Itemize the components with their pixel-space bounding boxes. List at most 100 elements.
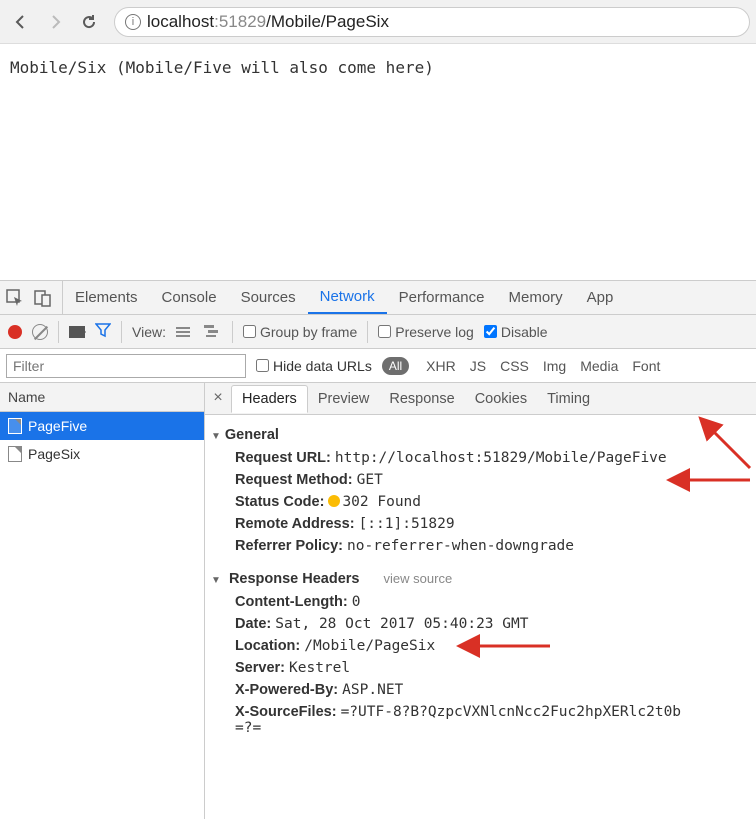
network-body: Name PageFivePageSix × HeadersPreviewRes… [0,383,756,819]
header-row: Remote Address: [::1]:51829 [211,513,750,535]
subtab-headers[interactable]: Headers [231,385,308,413]
header-value: ASP.NET [342,682,403,698]
file-icon [8,418,22,434]
request-row[interactable]: PageFive [0,412,204,440]
request-list: Name PageFive PageSix [0,383,205,819]
page-text: Mobile/Six (Mobile/Five will also come h… [10,58,434,77]
filter-all[interactable]: All [382,357,409,375]
divider [121,321,122,343]
header-value: no-referrer-when-downgrade [347,538,574,554]
header-row: Request Method: GET [211,469,750,491]
header-value: http://localhost:51829/Mobile/PageFive [335,450,667,466]
header-row: X-SourceFiles: =?UTF-8?B?QzpcVXNlcnNcc2F… [211,701,750,739]
header-key: Request Method: [235,472,353,488]
addr-port: :51829 [214,12,266,31]
tab-performance[interactable]: Performance [387,281,497,314]
header-key: X-Powered-By: [235,682,338,698]
screenshot-icon[interactable] [69,326,85,338]
section-response-headers[interactable]: Response Headers view source [211,567,750,591]
status-dot-icon [328,495,340,507]
header-row: Referrer Policy: no-referrer-when-downgr… [211,535,750,557]
subtab-response[interactable]: Response [379,386,464,412]
filter-type-media[interactable]: Media [580,358,618,374]
preserve-log-check[interactable]: Preserve log [378,324,474,340]
record-button[interactable] [8,325,22,339]
tab-memory[interactable]: Memory [497,281,575,314]
header-key: Date: [235,616,271,632]
header-row: Content-Length: 0 [211,591,750,613]
subtab-timing[interactable]: Timing [537,386,600,412]
filter-type-css[interactable]: CSS [500,358,529,374]
headers-content: General Request URL: http://localhost:51… [205,415,756,819]
subtab-preview[interactable]: Preview [308,386,380,412]
header-value: 302 Found [342,494,421,510]
disable-cache-check[interactable]: Disable [484,324,548,340]
header-value: Kestrel [289,660,350,676]
tab-console[interactable]: Console [150,281,229,314]
devtools-panel: ElementsConsoleSourcesNetworkPerformance… [0,280,756,819]
section-general[interactable]: General [211,423,750,447]
tab-app[interactable]: App [575,281,626,314]
filter-type-font[interactable]: Font [632,358,660,374]
tab-elements[interactable]: Elements [63,281,150,314]
header-row: Location: /Mobile/PageSix [211,635,750,657]
back-button[interactable] [6,7,36,37]
header-key: Content-Length: [235,594,348,610]
header-key: Remote Address: [235,516,355,532]
addr-host: localhost [147,12,214,31]
addr-path: /Mobile/PageSix [266,12,389,31]
header-row: Date: Sat, 28 Oct 2017 05:40:23 GMT [211,613,750,635]
header-row: Status Code: 302 Found [211,491,750,513]
file-icon [8,446,22,462]
filter-type-xhr[interactable]: XHR [426,358,456,374]
subtab-cookies[interactable]: Cookies [465,386,537,412]
divider [367,321,368,343]
divider [58,321,59,343]
request-detail: × HeadersPreviewResponseCookiesTiming Ge… [205,383,756,819]
view-label: View: [132,324,166,340]
close-icon[interactable]: × [209,389,227,407]
header-key: Server: [235,660,285,676]
group-by-frame-check[interactable]: Group by frame [243,324,357,340]
inspect-icon[interactable] [6,289,24,307]
reload-button[interactable] [74,7,104,37]
device-toggle-icon[interactable] [34,289,52,307]
hide-data-urls-check[interactable]: Hide data URLs [256,358,372,374]
request-name: PageSix [28,446,80,462]
header-key: Location: [235,638,300,654]
header-value: Sat, 28 Oct 2017 05:40:23 GMT [275,616,528,632]
divider [232,321,233,343]
header-key: Status Code: [235,494,324,510]
network-toolbar: View: Group by frame Preserve log Disabl… [0,315,756,349]
header-key: X-SourceFiles: [235,704,337,720]
header-row: Server: Kestrel [211,657,750,679]
header-key: Referrer Policy: [235,538,343,554]
header-value: 0 [352,594,361,610]
header-row: Request URL: http://localhost:51829/Mobi… [211,447,750,469]
list-header-name[interactable]: Name [0,383,204,412]
filter-type-js[interactable]: JS [470,358,486,374]
header-value: GET [357,472,383,488]
waterfall-icon[interactable] [204,324,222,340]
large-rows-icon[interactable] [176,324,194,340]
clear-button[interactable] [32,324,48,340]
header-key: Request URL: [235,450,331,466]
browser-toolbar: i localhost:51829/Mobile/PageSix [0,0,756,44]
tab-sources[interactable]: Sources [229,281,308,314]
filter-toggle-icon[interactable] [95,322,111,341]
filter-input[interactable] [6,354,246,378]
filter-bar: Hide data URLs All XHR JS CSS Img Media Font [0,349,756,383]
header-value: [::1]:51829 [359,516,455,532]
devtools-tabs: ElementsConsoleSourcesNetworkPerformance… [0,281,756,315]
forward-button[interactable] [40,7,70,37]
tab-network[interactable]: Network [308,281,387,314]
request-name: PageFive [28,418,87,434]
view-source-link[interactable]: view source [384,571,453,586]
page-content: Mobile/Six (Mobile/Five will also come h… [0,44,756,91]
header-value: /Mobile/PageSix [304,638,435,654]
request-row[interactable]: PageSix [0,440,204,468]
filter-type-img[interactable]: Img [543,358,566,374]
detail-subtabs: HeadersPreviewResponseCookiesTiming [205,383,756,415]
site-info-icon[interactable]: i [125,14,141,30]
address-bar[interactable]: i localhost:51829/Mobile/PageSix [114,7,750,37]
